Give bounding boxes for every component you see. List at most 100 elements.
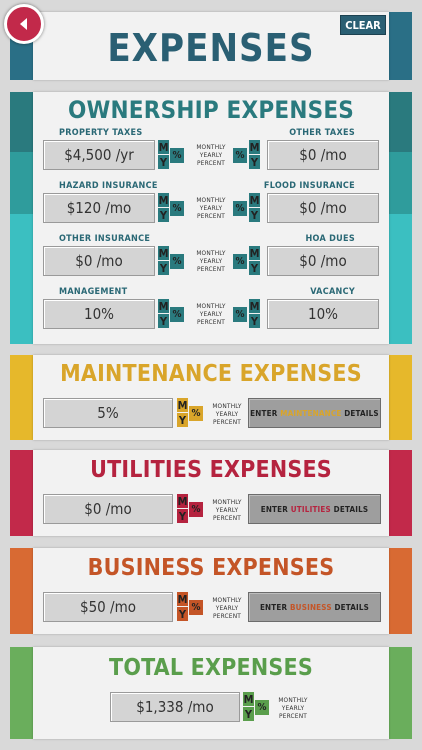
page-title: EXPENSES [107,26,315,70]
back-arrow-icon [20,18,27,30]
business-card: BUSINESS EXPENSES $50 /mo M Y % MONTHLY … [33,548,389,634]
yearly-toggle[interactable]: Y [177,509,188,523]
yearly-toggle[interactable]: Y [249,208,260,222]
yearly-toggle[interactable]: Y [177,413,188,427]
monthly-toggle[interactable]: M [249,299,260,313]
monthly-toggle[interactable]: M [158,246,169,260]
yearly-toggle[interactable]: Y [158,261,169,275]
monthly-toggle[interactable]: M [243,692,254,706]
monthly-toggle[interactable]: M [158,299,169,313]
stripe-right-ownership-1 [389,92,412,152]
ownership-right-label: VACANCY [310,287,355,297]
header-card: EXPENSES CLEAR [33,12,389,80]
utilities-title: UTILITIES EXPENSES [90,457,332,483]
ownership-right-field[interactable]: $0 /mo [267,140,379,170]
stripe-left-ownership-2 [10,152,33,214]
monthly-toggle[interactable]: M [158,193,169,207]
maintenance-card: MAINTENANCE EXPENSES 5% M Y % MONTHLY YE… [33,355,389,440]
monthly-toggle[interactable]: M [158,140,169,154]
ownership-left-field[interactable]: $120 /mo [43,193,155,223]
ownership-left-field[interactable]: $0 /mo [43,246,155,276]
percent-toggle[interactable]: % [189,406,203,421]
percent-toggle[interactable]: % [170,307,184,322]
percent-toggle[interactable]: % [233,307,247,322]
stripe-right-total [389,647,412,739]
unit-caption: MONTHLY YEARLY PERCENT [196,196,226,220]
total-card: TOTAL EXPENSES $1,338 /mo M Y % MONTHLY … [33,647,389,739]
ownership-right-field[interactable]: $0 /mo [267,246,379,276]
unit-caption: MONTHLY YEARLY PERCENT [212,498,242,522]
stripe-right-utilities [389,450,412,536]
percent-toggle[interactable]: % [189,600,203,615]
stripe-left-ownership-1 [10,92,33,152]
percent-toggle[interactable]: % [170,201,184,216]
stripe-left-utilities [10,450,33,536]
unit-caption: MONTHLY YEARLY PERCENT [278,696,308,720]
stripe-left-ownership-3 [10,214,33,344]
yearly-toggle[interactable]: Y [249,261,260,275]
total-unit-toggle[interactable]: M Y % [243,692,273,722]
stripe-left-maintenance [10,355,33,440]
percent-toggle[interactable]: % [255,700,269,715]
monthly-toggle[interactable]: M [177,398,188,412]
stripe-left-business [10,548,33,634]
business-unit-toggle[interactable]: M Y % [177,592,207,622]
yearly-toggle[interactable]: Y [158,314,169,328]
total-value-field: $1,338 /mo [110,692,240,722]
enter-business-details-button[interactable]: ENTER BUSINESS DETAILS [248,592,381,622]
utilities-value-field[interactable]: $0 /mo [43,494,173,524]
percent-toggle[interactable]: % [233,254,247,269]
business-value-field[interactable]: $50 /mo [43,592,173,622]
stripe-right-maintenance [389,355,412,440]
monthly-toggle[interactable]: M [177,592,188,606]
ownership-right-unit-toggle[interactable]: % M Y [233,246,263,276]
yearly-toggle[interactable]: Y [249,155,260,169]
ownership-left-field[interactable]: 10% [43,299,155,329]
percent-toggle[interactable]: % [233,201,247,216]
stripe-right-ownership-2 [389,152,412,214]
ownership-left-label: PROPERTY TAXES [59,128,143,138]
enter-maintenance-details-button[interactable]: ENTER MAINTENANCE DETAILS [248,398,381,428]
yearly-toggle[interactable]: Y [177,607,188,621]
percent-toggle[interactable]: % [189,502,203,517]
ownership-left-unit-toggle[interactable]: M Y% [158,299,188,329]
clear-button[interactable]: CLEAR [340,15,386,35]
monthly-toggle[interactable]: M [249,246,260,260]
percent-toggle[interactable]: % [233,148,247,163]
ownership-left-unit-toggle[interactable]: M Y% [158,246,188,276]
stripe-right-business [389,548,412,634]
unit-caption: MONTHLY YEARLY PERCENT [212,402,242,426]
yearly-toggle[interactable]: Y [243,707,254,721]
stripe-right-ownership-3 [389,214,412,344]
stripe-left-total [10,647,33,739]
ownership-left-label: HAZARD INSURANCE [59,181,158,191]
ownership-left-label: OTHER INSURANCE [59,234,151,244]
yearly-toggle[interactable]: Y [158,208,169,222]
percent-toggle[interactable]: % [170,254,184,269]
ownership-left-field[interactable]: $4,500 /yr [43,140,155,170]
ownership-left-unit-toggle[interactable]: M Y% [158,140,188,170]
ownership-right-unit-toggle[interactable]: % M Y [233,299,263,329]
monthly-toggle[interactable]: M [177,494,188,508]
percent-toggle[interactable]: % [170,148,184,163]
utilities-unit-toggle[interactable]: M Y % [177,494,207,524]
enter-utilities-details-button[interactable]: ENTER UTILITIES DETAILS [248,494,381,524]
back-button[interactable] [4,4,44,44]
monthly-toggle[interactable]: M [249,193,260,207]
ownership-title: OWNERSHIP EXPENSES [67,96,355,124]
unit-caption: MONTHLY YEARLY PERCENT [196,249,226,273]
unit-caption: MONTHLY YEARLY PERCENT [196,302,226,326]
ownership-right-label: HOA DUES [305,234,355,244]
monthly-toggle[interactable]: M [249,140,260,154]
ownership-right-unit-toggle[interactable]: % M Y [233,140,263,170]
ownership-left-unit-toggle[interactable]: M Y% [158,193,188,223]
unit-caption: MONTHLY YEARLY PERCENT [196,143,226,167]
ownership-right-field[interactable]: $0 /mo [267,193,379,223]
utilities-card: UTILITIES EXPENSES $0 /mo M Y % MONTHLY … [33,450,389,536]
ownership-right-field[interactable]: 10% [267,299,379,329]
yearly-toggle[interactable]: Y [249,314,260,328]
ownership-right-unit-toggle[interactable]: % M Y [233,193,263,223]
maintenance-unit-toggle[interactable]: M Y % [177,398,207,428]
yearly-toggle[interactable]: Y [158,155,169,169]
maintenance-value-field[interactable]: 5% [43,398,173,428]
